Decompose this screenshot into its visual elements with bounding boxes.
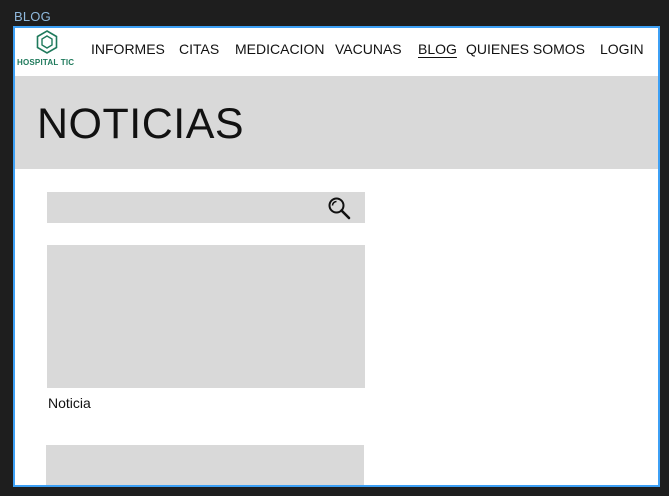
nav-item-informes[interactable]: INFORMES <box>91 41 165 57</box>
nav-item-quienes-somos[interactable]: QUIENES SOMOS <box>466 41 585 57</box>
hospital-logo[interactable]: HOSPITAL TIC <box>16 30 78 68</box>
search-icon[interactable] <box>327 196 351 220</box>
hexagon-icon <box>36 30 58 54</box>
navbar: HOSPITAL TIC INFORMES CITAS MEDICACION V… <box>15 28 658 70</box>
news-image[interactable] <box>47 245 365 388</box>
nav-item-blog[interactable]: BLOG <box>418 41 457 57</box>
logo-text: HOSPITAL TIC <box>17 58 75 67</box>
nav-item-vacunas[interactable]: VACUNAS <box>335 41 402 57</box>
search-input[interactable] <box>47 192 365 223</box>
news-image[interactable] <box>46 445 364 485</box>
nav-item-login[interactable]: LOGIN <box>600 41 644 57</box>
blog-page-frame: HOSPITAL TIC INFORMES CITAS MEDICACION V… <box>13 26 660 487</box>
news-caption[interactable]: Noticia <box>48 395 91 411</box>
page-title: NOTICIAS <box>37 100 245 148</box>
nav-item-medicacion[interactable]: MEDICACION <box>235 41 324 57</box>
frame-label: BLOG <box>14 9 51 24</box>
nav-item-citas[interactable]: CITAS <box>179 41 219 57</box>
hero-banner: NOTICIAS <box>15 76 658 169</box>
